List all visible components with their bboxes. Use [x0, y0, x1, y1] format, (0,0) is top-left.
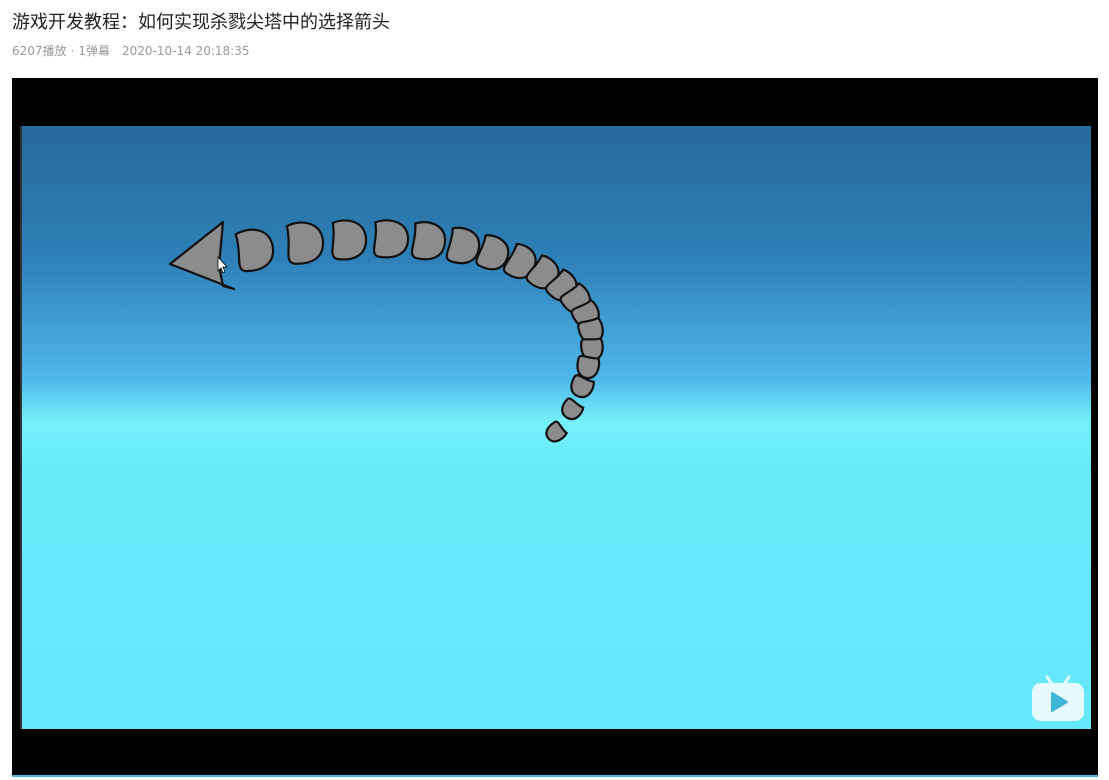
game-scene: [22, 126, 1091, 729]
video-frame[interactable]: [20, 126, 1091, 729]
video-title: 游戏开发教程：如何实现杀戮尖塔中的选择箭头: [12, 12, 390, 33]
meta-separator: ·: [70, 44, 75, 58]
video-player[interactable]: [12, 78, 1098, 775]
publish-date: 2020-10-14 20:18:35: [122, 44, 250, 58]
video-meta: 6207播放 · 1弹幕 2020-10-14 20:18:35: [12, 43, 249, 59]
play-count: 6207播放: [12, 44, 67, 58]
video-progress-bar[interactable]: [12, 775, 1098, 777]
video-page: 游戏开发教程：如何实现杀戮尖塔中的选择箭头 6207播放 · 1弹幕 2020-10-…: [0, 0, 1109, 780]
arrow-segment: [372, 219, 410, 259]
danmaku-count: 1弹幕: [78, 44, 111, 58]
arrow-segment: [331, 219, 368, 261]
bilibili-tv-icon: [1032, 675, 1084, 721]
